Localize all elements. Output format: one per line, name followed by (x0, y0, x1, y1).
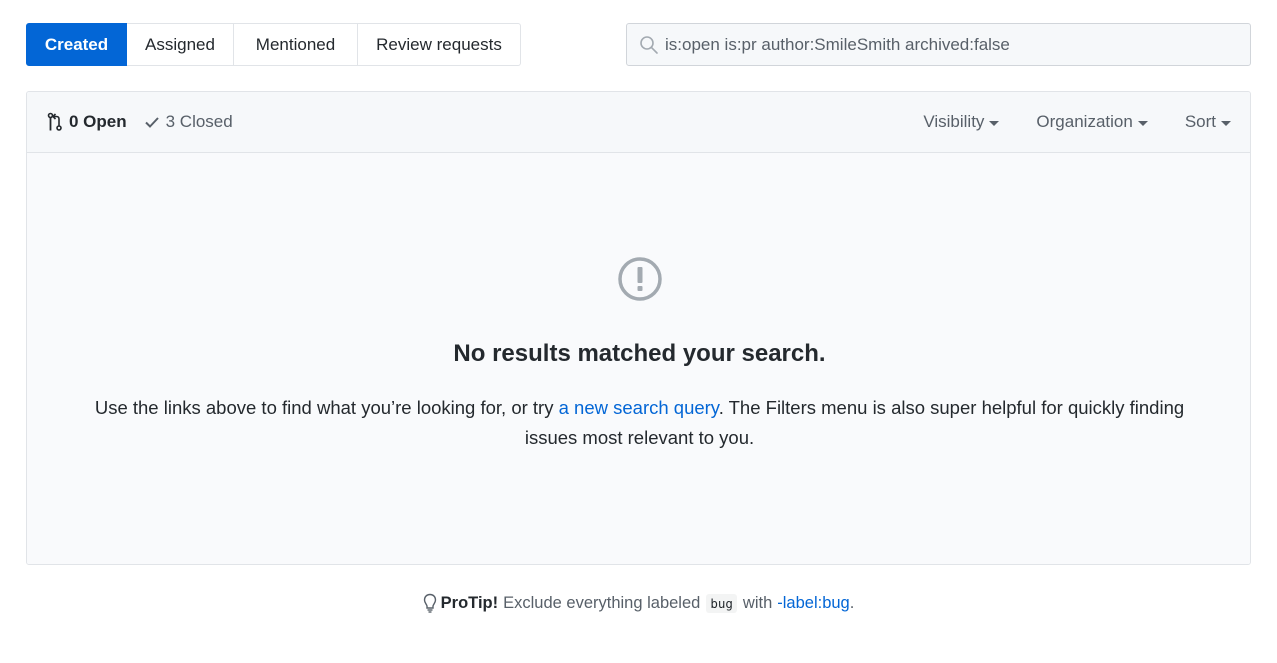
open-filter-link[interactable]: 0 Open (47, 112, 127, 132)
organization-label: Organization (1036, 112, 1133, 131)
results-box: 0 Open 3 Closed Visibility Organization (26, 91, 1251, 565)
light-bulb-icon (423, 593, 436, 613)
tab-review-requests[interactable]: Review requests (358, 23, 521, 66)
search-input[interactable] (665, 29, 1225, 60)
caret-down-icon (1137, 120, 1148, 126)
alert-icon (618, 257, 662, 301)
closed-filter-link[interactable]: 3 Closed (144, 112, 233, 132)
label-code: bug (706, 593, 737, 613)
protip-text: Exclude everything labeled (503, 593, 701, 612)
new-search-query-link[interactable]: a new search query (559, 397, 719, 418)
blankslate-title: No results matched your search. (453, 340, 826, 367)
label-bug-link[interactable]: -label:bug (777, 594, 849, 613)
tab-assigned[interactable]: Assigned (127, 23, 234, 66)
blankslate-text: Use the links above to find what you’re … (67, 393, 1212, 453)
blankslate-text-before: Use the links above to find what you’re … (94, 397, 559, 418)
open-count-label: 0 Open (69, 112, 127, 131)
subnav-tabs: Created Assigned Mentioned Review reques… (26, 23, 521, 66)
search-box (626, 23, 1251, 66)
tab-mentioned[interactable]: Mentioned (234, 23, 358, 66)
search-icon (640, 35, 658, 54)
protip-with: with (742, 593, 773, 612)
sort-dropdown[interactable]: Sort (1185, 112, 1231, 132)
results-header: 0 Open 3 Closed Visibility Organization (27, 92, 1250, 153)
filter-menus: Visibility Organization Sort (923, 112, 1231, 132)
tab-created[interactable]: Created (26, 23, 127, 66)
caret-down-icon (989, 120, 1000, 126)
closed-count-label: 3 Closed (165, 112, 233, 131)
visibility-dropdown[interactable]: Visibility (923, 112, 1000, 132)
protip: ProTip! Exclude everything labeled bug w… (0, 593, 1277, 613)
protip-label: ProTip! (440, 593, 499, 612)
organization-dropdown[interactable]: Organization (1036, 112, 1148, 132)
check-icon (144, 117, 159, 128)
blankslate: No results matched your search. Use the … (27, 153, 1250, 564)
git-pull-request-icon (47, 112, 62, 131)
visibility-label: Visibility (923, 112, 985, 131)
caret-down-icon (1221, 120, 1231, 126)
protip-period: . (849, 593, 855, 612)
state-toggles: 0 Open 3 Closed (47, 112, 233, 132)
pull-requests-page: Created Assigned Mentioned Review reques… (0, 0, 1277, 663)
sort-label: Sort (1184, 112, 1216, 131)
